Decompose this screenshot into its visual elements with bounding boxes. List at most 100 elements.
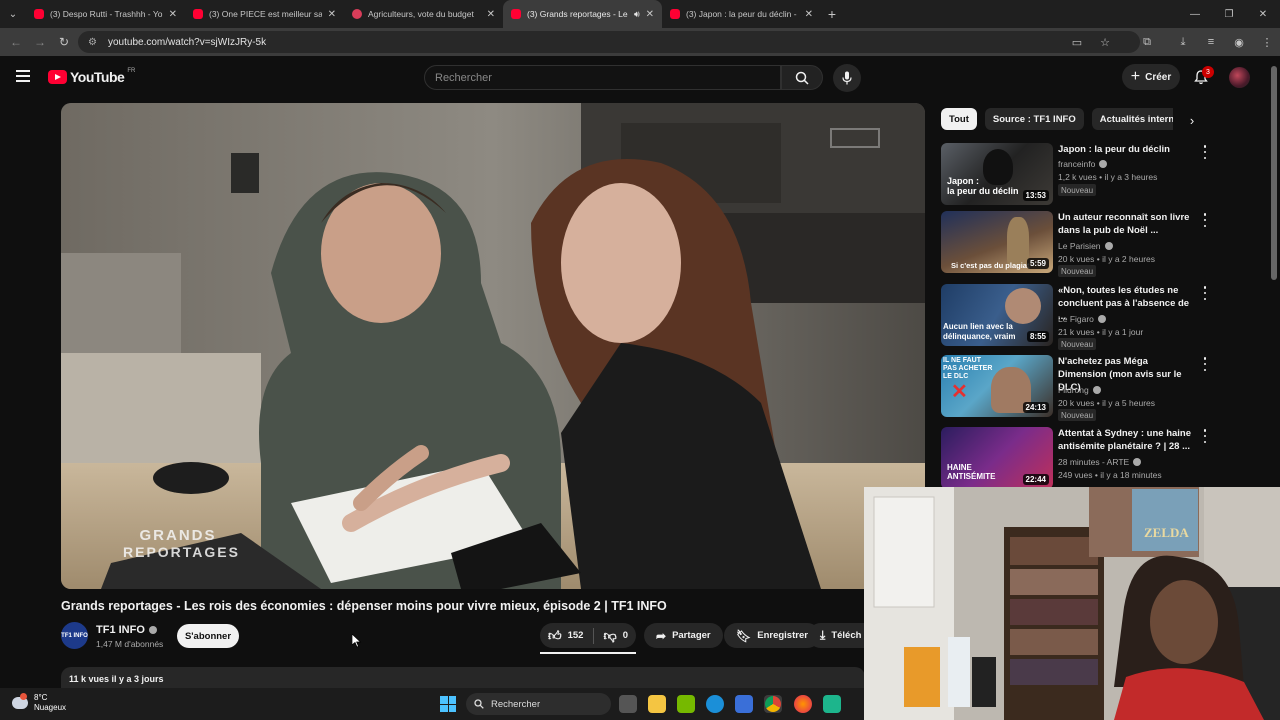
minimize-icon[interactable]: —	[1178, 0, 1212, 28]
more-options-icon[interactable]	[1201, 357, 1209, 371]
extensions-icon[interactable]: ⧉	[1134, 30, 1160, 54]
thumbnail-text: IL NE FAUT PAS ACHETER LE DLC	[943, 357, 993, 380]
browser-tab[interactable]: Agriculteurs, vote du budget ✕	[344, 0, 503, 28]
speaker-icon[interactable]: 🔊︎	[634, 9, 640, 20]
recommendation-channel[interactable]: Le Parisien	[1058, 241, 1101, 251]
profile-icon[interactable]: ◉	[1226, 30, 1252, 54]
create-button[interactable]: + Créer	[1122, 64, 1180, 90]
task-view-icon[interactable]	[619, 695, 637, 713]
voice-search-button[interactable]	[833, 64, 861, 92]
address-bar[interactable]: ⚙ youtube.com/watch?v=sjWIzJRy-5k	[78, 31, 1140, 53]
video-thumbnail[interactable]: Japon : la peur du déclin 13:53	[941, 143, 1053, 205]
new-tab-button[interactable]: +	[821, 0, 843, 28]
browser-tab[interactable]: (3) One PIECE est meilleur sans ✕	[185, 0, 344, 28]
close-tab-icon[interactable]: ✕	[487, 9, 495, 20]
recommendation-channel-row[interactable]: 28 minutes - ARTE	[1058, 457, 1142, 467]
recommendation-channel[interactable]: 28 minutes - ARTE	[1058, 457, 1129, 467]
channel-name[interactable]: TF1 INFO	[96, 624, 145, 636]
close-tab-icon[interactable]: ✕	[169, 9, 177, 20]
video-player[interactable]: GRANDS REPORTAGES	[61, 103, 925, 589]
close-tab-icon[interactable]: ✕	[328, 9, 336, 20]
chevron-right-icon[interactable]: ›	[1180, 110, 1204, 130]
recommendation-channel-row[interactable]: Le Parisien	[1058, 241, 1113, 251]
browser-tab[interactable]: (3) Despo Rutti - Trashhh - YouT ✕	[26, 0, 185, 28]
taskbar-search[interactable]: Rechercher	[466, 693, 611, 715]
recommendation-title[interactable]: Un auteur reconnaît son livre dans la pu…	[1058, 211, 1198, 237]
browser-tab-strip: ⌄ (3) Despo Rutti - Trashhh - YouT ✕ (3)…	[0, 0, 1280, 28]
bookmark-star-icon[interactable]: ☆	[1092, 30, 1118, 54]
more-options-icon[interactable]	[1201, 286, 1209, 300]
recommendation-channel[interactable]: Le Figaro	[1058, 314, 1094, 324]
close-window-icon[interactable]: ✕	[1246, 0, 1280, 28]
chip-all[interactable]: Tout	[941, 108, 977, 130]
search-button[interactable]	[781, 65, 823, 90]
recommendation-item[interactable]: HAINE ANTISÉMITE 22:44 Attentat à Sydney…	[941, 427, 1211, 491]
browser-tab-active[interactable]: (3) Grands reportages - Les 🔊︎ ✕	[503, 0, 662, 28]
browser-tab[interactable]: (3) Japon : la peur du déclin - Y ✕	[662, 0, 821, 28]
microphone-icon	[842, 71, 852, 85]
video-thumbnail[interactable]: HAINE ANTISÉMITE 22:44	[941, 427, 1053, 489]
file-explorer-icon[interactable]	[648, 695, 666, 713]
recommendation-channel[interactable]: franceinfo	[1058, 159, 1095, 169]
like-bar-indicator	[540, 652, 636, 654]
youtube-logo[interactable]: YouTube FR	[48, 68, 135, 85]
close-tab-icon[interactable]: ✕	[646, 9, 654, 20]
account-avatar[interactable]	[1229, 67, 1250, 88]
edge-browser-icon[interactable]	[706, 695, 724, 713]
tab-search-menu-icon[interactable]: ⌄	[0, 0, 26, 28]
forward-arrow-icon[interactable]: →	[28, 30, 52, 54]
browser-menu-icon[interactable]: ⋮	[1254, 30, 1280, 54]
bookmark-icon: 🔖︎	[736, 628, 752, 643]
more-options-icon[interactable]	[1201, 213, 1209, 227]
download-button[interactable]: ⤓ Téléch	[808, 623, 865, 648]
save-button[interactable]: 🔖︎ Enregistrer	[724, 623, 820, 648]
channel-avatar[interactable]: TF1 INFO	[61, 622, 88, 649]
like-count[interactable]: 152	[568, 630, 584, 641]
microsoft-store-icon[interactable]	[735, 695, 753, 713]
recommendation-title[interactable]: Japon : la peur du déclin	[1058, 143, 1198, 156]
recommendation-channel-row[interactable]: franceinfo	[1058, 159, 1108, 169]
menu-icon[interactable]	[16, 70, 30, 82]
windows-taskbar: 8°C Nuageux Rechercher	[0, 688, 864, 720]
video-thumbnail[interactable]: Aucun lien avec la délinquance, vraim 8:…	[941, 284, 1053, 346]
verified-icon	[1133, 458, 1142, 466]
search-input[interactable]: Rechercher	[424, 65, 781, 90]
thumbs-up-icon[interactable]: 👍︎	[548, 628, 562, 644]
app-icon[interactable]	[823, 695, 841, 713]
video-thumbnail[interactable]: IL NE FAUT PAS ACHETER LE DLC ✕ 24:13	[941, 355, 1053, 417]
windows-start-icon[interactable]	[440, 696, 456, 712]
dislike-count[interactable]: 0	[623, 630, 628, 641]
media-queue-icon[interactable]: ≡	[1198, 30, 1224, 54]
chrome-icon-container[interactable]	[764, 695, 782, 713]
more-options-icon[interactable]	[1201, 429, 1209, 443]
tab-title: (3) Japon : la peur du déclin - Y	[686, 9, 799, 19]
share-button[interactable]: ➦ Partager	[644, 623, 723, 648]
weather-widget[interactable]: 8°C Nuageux	[12, 693, 66, 713]
site-info-icon[interactable]: ⚙	[88, 37, 102, 48]
recommendation-channel[interactable]: Fildrong	[1058, 385, 1089, 395]
nvidia-icon[interactable]	[677, 695, 695, 713]
thumbs-down-icon[interactable]: 👎︎	[604, 628, 617, 644]
close-tab-icon[interactable]: ✕	[805, 9, 813, 20]
firefox-icon[interactable]	[794, 695, 812, 713]
recommendation-item[interactable]: Si c'est pas du plagiat 5:59 Un auteur r…	[941, 211, 1211, 277]
recommendation-item[interactable]: Aucun lien avec la délinquance, vraim 8:…	[941, 284, 1211, 350]
channel-name-row[interactable]: TF1 INFO	[96, 624, 157, 636]
download-icon[interactable]: ⤓	[1170, 30, 1196, 54]
page-scrollbar[interactable]	[1271, 66, 1277, 280]
subscribe-button[interactable]: S'abonner	[177, 624, 239, 648]
reload-icon[interactable]: ↻	[52, 30, 76, 54]
recommendation-title[interactable]: Attentat à Sydney : une haine antisémite…	[1058, 427, 1198, 453]
more-options-icon[interactable]	[1201, 145, 1209, 159]
back-arrow-icon[interactable]: ←	[4, 30, 28, 54]
recommendation-channel-row[interactable]: Le Figaro	[1058, 314, 1106, 324]
cast-icon[interactable]: ▭	[1064, 30, 1090, 54]
recommendation-channel-row[interactable]: Fildrong	[1058, 385, 1101, 395]
chip-source[interactable]: Source : TF1 INFO	[984, 108, 1084, 130]
recommendation-item[interactable]: IL NE FAUT PAS ACHETER LE DLC ✕ 24:13 N'…	[941, 355, 1211, 421]
recommendation-item[interactable]: Japon : la peur du déclin 13:53 Japon : …	[941, 143, 1211, 207]
chip-news[interactable]: Actualités internationales	[1091, 108, 1173, 130]
video-thumbnail[interactable]: Si c'est pas du plagiat 5:59	[941, 211, 1053, 273]
plus-icon: +	[1130, 68, 1141, 85]
restore-icon[interactable]: ❐	[1212, 0, 1246, 28]
